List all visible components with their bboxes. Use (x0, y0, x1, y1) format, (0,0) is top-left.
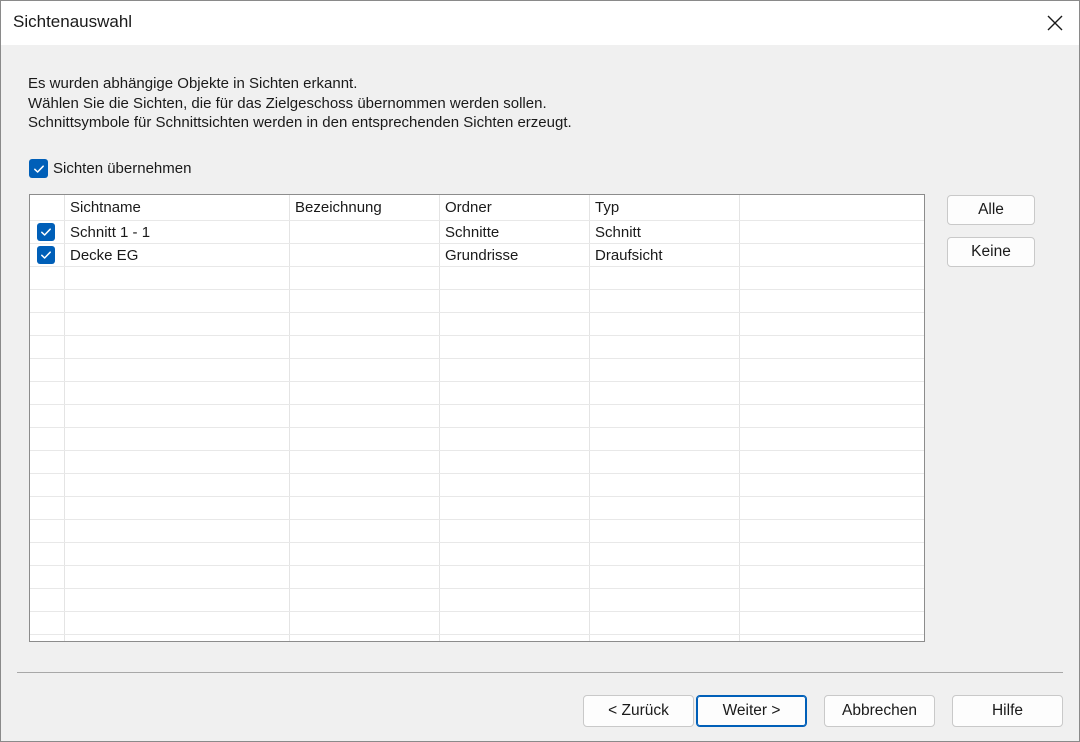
checkmark-icon (41, 228, 51, 236)
cell-sichtname[interactable]: Decke EG (70, 247, 138, 264)
views-table[interactable]: Sichtname Bezeichnung Ordner Typ Schnitt… (29, 194, 925, 642)
row-divider (30, 519, 924, 520)
cell-ordner[interactable]: Schnitte (445, 224, 499, 241)
column-header-typ[interactable]: Typ (595, 199, 619, 216)
cell-sichtname[interactable]: Schnitt 1 - 1 (70, 224, 150, 241)
column-divider (64, 195, 65, 641)
row-divider (30, 358, 924, 359)
column-header-sichtname[interactable]: Sichtname (70, 199, 141, 216)
info-line: Es wurden abhängige Objekte in Sichten e… (28, 75, 358, 92)
take-over-views-checkbox[interactable]: Sichten übernehmen (29, 159, 191, 178)
checkbox-checked[interactable] (29, 159, 48, 178)
row-divider (30, 266, 924, 267)
row-divider (30, 588, 924, 589)
row-divider (30, 450, 924, 451)
title-bar: Sichtenauswahl (1, 1, 1079, 45)
cancel-button[interactable]: Abbrechen (824, 695, 935, 727)
footer-separator (17, 672, 1063, 673)
row-divider (30, 496, 924, 497)
column-divider (289, 195, 290, 641)
dialog-window: Sichtenauswahl Es wurden abhängige Objek… (0, 0, 1080, 742)
row-divider (30, 611, 924, 612)
cell-typ[interactable]: Schnitt (595, 224, 641, 241)
row-divider (30, 381, 924, 382)
column-divider (439, 195, 440, 641)
row-divider (30, 565, 924, 566)
info-line: Schnittsymbole für Schnittsichten werden… (28, 114, 572, 131)
info-message: Es wurden abhängige Objekte in Sichten e… (28, 74, 572, 133)
checkmark-icon (41, 251, 51, 259)
row-checkbox[interactable] (37, 246, 55, 264)
row-divider (30, 243, 924, 244)
cell-typ[interactable]: Draufsicht (595, 247, 663, 264)
row-divider (30, 634, 924, 635)
info-line: Wählen Sie die Sichten, die für das Ziel… (28, 94, 547, 112)
select-none-button[interactable]: Keine (947, 237, 1035, 267)
close-button[interactable] (1031, 1, 1079, 45)
row-divider (30, 289, 924, 290)
back-button[interactable]: < Zurück (583, 695, 694, 727)
help-button[interactable]: Hilfe (952, 695, 1063, 727)
checkmark-icon (33, 164, 44, 173)
row-checkbox[interactable] (37, 223, 55, 241)
cell-ordner[interactable]: Grundrisse (445, 247, 518, 264)
dialog-title: Sichtenauswahl (13, 12, 133, 31)
row-divider (30, 312, 924, 313)
column-divider (589, 195, 590, 641)
next-button[interactable]: Weiter > (696, 695, 807, 727)
row-divider (30, 427, 924, 428)
take-over-views-label: Sichten übernehmen (53, 160, 192, 177)
row-divider (30, 404, 924, 405)
close-icon (1047, 15, 1063, 31)
column-header-ordner[interactable]: Ordner (445, 199, 492, 216)
select-all-button[interactable]: Alle (947, 195, 1035, 225)
row-divider (30, 473, 924, 474)
column-divider (739, 195, 740, 641)
row-divider (30, 542, 924, 543)
row-divider (30, 335, 924, 336)
column-header-bezeichnung[interactable]: Bezeichnung (295, 199, 382, 216)
row-divider (30, 220, 924, 221)
